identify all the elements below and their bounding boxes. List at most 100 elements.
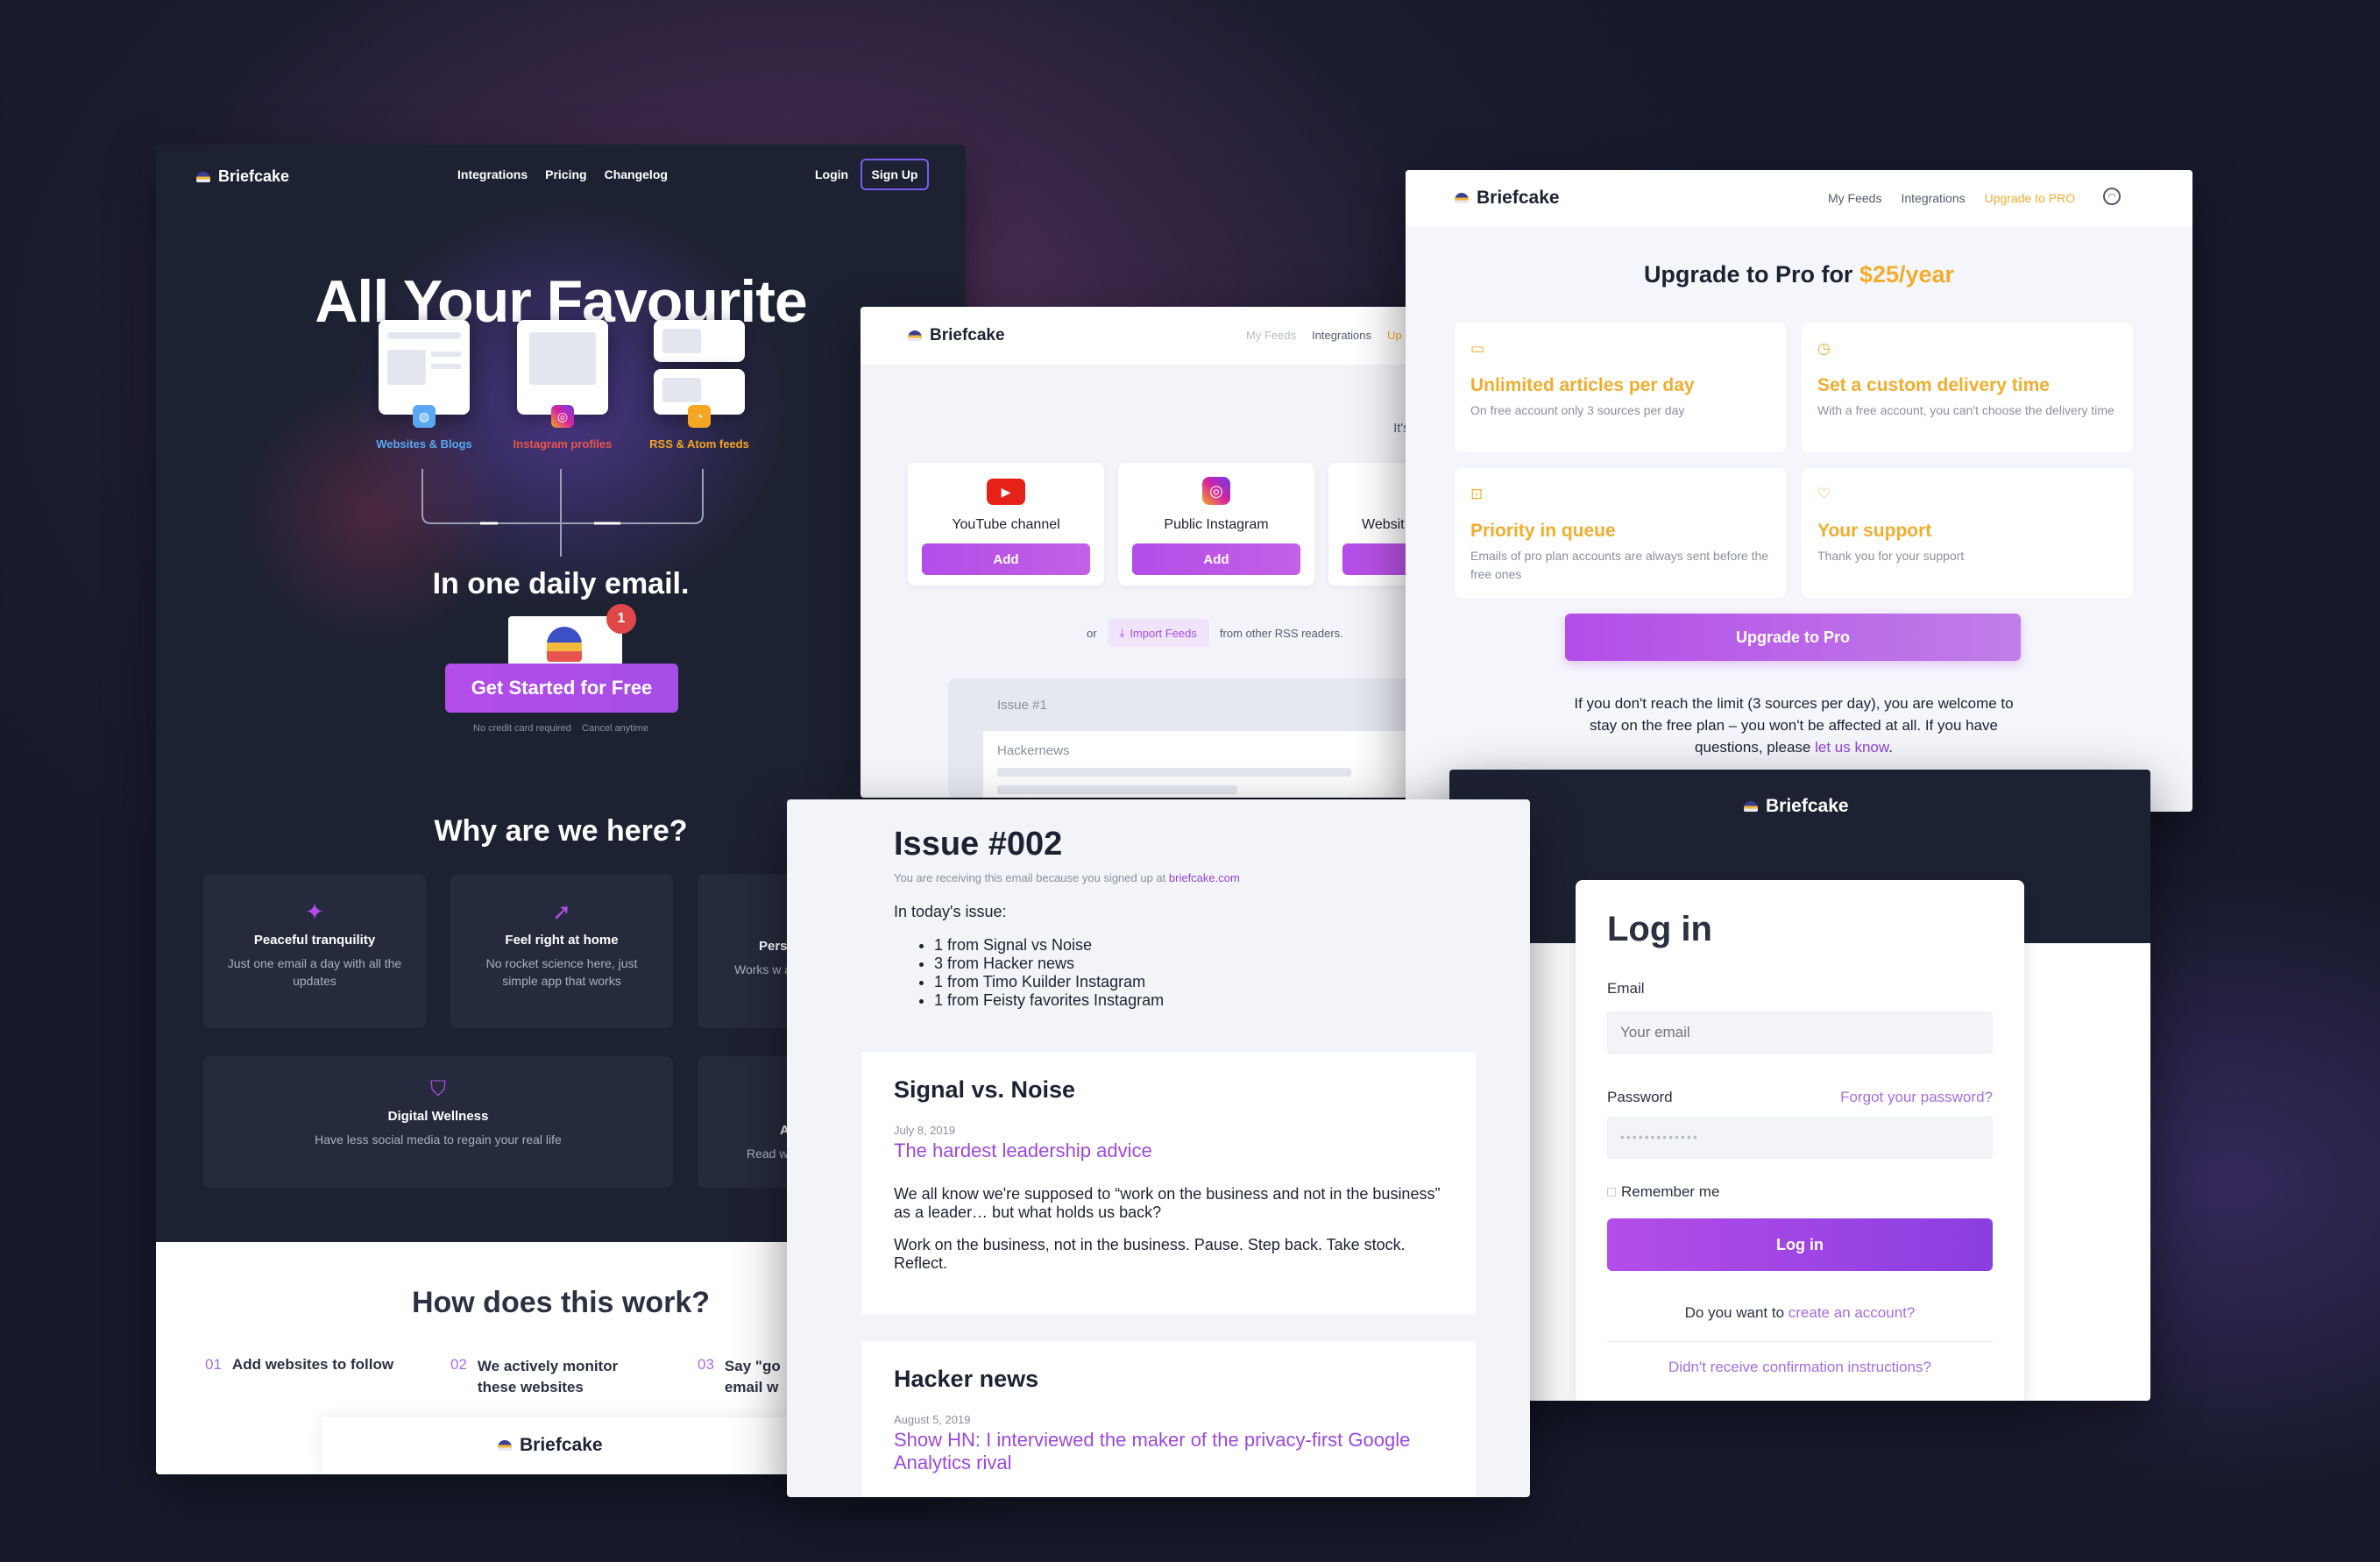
login-title: Log in xyxy=(1607,910,1712,948)
websites-card xyxy=(379,320,470,415)
instagram-card xyxy=(517,320,608,415)
section-title: Hacker news xyxy=(894,1366,1039,1392)
benefit-card: ⊡ Priority in queue Emails of pro plan acc… xyxy=(1455,468,1786,598)
youtube-icon: ▶ xyxy=(987,479,1025,505)
step-2: 02 We actively monitor these websites xyxy=(450,1356,619,1395)
instagram-icon: ◎ xyxy=(1202,477,1230,505)
cursor-click-icon: ➚ xyxy=(552,898,571,925)
intro-text: In today's issue: xyxy=(894,903,1007,920)
section-hacker-news: Hacker news August 5, 2019 Show HN: I in… xyxy=(862,1341,1476,1497)
tagline: In one daily email. xyxy=(432,567,690,600)
upgrade-title: Upgrade to Pro for $25/year xyxy=(1643,261,1955,288)
import-feeds-button[interactable]: ⤓ Import Feeds xyxy=(1107,619,1209,647)
article-link[interactable]: Show HN: I interviewed the maker of the … xyxy=(894,1429,1455,1474)
nav-upgrade[interactable]: Up xyxy=(1387,329,1402,342)
article-date: July 8, 2019 xyxy=(894,1124,956,1137)
nav-integrations[interactable]: Integrations xyxy=(457,167,528,181)
onboarding-nav: My Feeds Integrations Up xyxy=(1246,329,1402,342)
signup-prompt: Do you want to create an account? xyxy=(1684,1304,1916,1321)
youtube-card: ▶ YouTube channel Add xyxy=(908,463,1104,586)
feature-card: ➚ Feel right at home No rocket science h… xyxy=(450,874,673,1028)
login-window: Briefcake Log in Email Password Forgot y… xyxy=(1449,770,2150,1401)
email-preview: Briefcake xyxy=(322,1417,813,1474)
source-label-rss: RSS & Atom feeds xyxy=(649,437,749,451)
password-label: Password xyxy=(1607,1089,1673,1105)
forgot-password-link[interactable]: Forgot your password? xyxy=(1840,1089,1993,1106)
nav-my-feeds[interactable]: My Feeds xyxy=(1246,329,1296,342)
step-3: 03 Say "go email w xyxy=(698,1356,781,1395)
email-field[interactable] xyxy=(1607,1012,1993,1054)
nav-login[interactable]: Login xyxy=(815,167,848,183)
clock-icon: ◷ xyxy=(1817,340,1831,357)
section-signal-noise: Signal vs. Noise July 8, 2019 The hardes… xyxy=(862,1052,1476,1315)
feature-card: ✦ Peaceful tranquility Just one email a … xyxy=(203,874,426,1028)
upgrade-footer: If you don't reach the limit (3 sources … xyxy=(1574,695,2014,756)
password-field[interactable]: ••••••••••••• xyxy=(1607,1117,1993,1159)
instagram-card: ◎ Public Instagram Add xyxy=(1118,463,1314,586)
footer-logo: Briefcake xyxy=(498,1435,603,1456)
confirmation-link[interactable]: Didn't receive confirmation instructions… xyxy=(1576,1359,2024,1376)
source-label-websites: Websites & Blogs xyxy=(376,437,472,451)
logo-icon xyxy=(1744,801,1758,812)
list-item: 1 from Signal vs Noise xyxy=(934,936,1164,955)
nav-pricing[interactable]: Pricing xyxy=(545,167,586,181)
add-instagram-button[interactable]: Add xyxy=(1132,543,1300,575)
nav-integrations[interactable]: Integrations xyxy=(1312,329,1371,342)
brand-logo[interactable]: Briefcake xyxy=(196,167,289,186)
logo-icon xyxy=(196,171,210,182)
login-card: Log in Email Password Forgot your passwo… xyxy=(1576,880,2024,1401)
list-item: 3 from Hacker news xyxy=(934,955,1164,973)
remember-checkbox[interactable] xyxy=(1607,1188,1616,1196)
login-button[interactable]: Log in xyxy=(1607,1218,1993,1271)
brand-logo[interactable]: Briefcake xyxy=(1744,796,1849,817)
signup-button[interactable]: Sign Up xyxy=(861,159,929,190)
upgrade-window: Briefcake My Feeds Integrations Upgrade … xyxy=(1406,170,2192,812)
step-1: 01 Add websites to follow xyxy=(205,1356,394,1373)
upgrade-nav: My Feeds Integrations Upgrade to PRO xyxy=(1828,191,2075,205)
cta-notes: No credit card required Cancel anytime xyxy=(473,723,648,734)
download-icon: ⤓ xyxy=(1119,626,1125,639)
add-youtube-button[interactable]: Add xyxy=(922,543,1090,575)
shield-check-icon: ⛉ xyxy=(430,1077,446,1101)
get-started-button[interactable]: Get Started for Free xyxy=(445,664,678,713)
divider xyxy=(1607,1341,1993,1342)
article-paragraph: Work on the business, not in the busines… xyxy=(894,1236,1406,1272)
instagram-icon: ◎ xyxy=(551,405,574,428)
list-item: 1 from Feisty favorites Instagram xyxy=(934,991,1164,1010)
article-paragraph: We all know we're supposed to “work on t… xyxy=(894,1185,1441,1221)
issue-title: Issue #002 xyxy=(894,826,1063,863)
main-nav: Integrations Pricing Changelog xyxy=(457,167,668,181)
logo-icon xyxy=(498,1440,512,1451)
upgrade-button[interactable]: Upgrade to Pro xyxy=(1565,614,2021,661)
section-title: Signal vs. Noise xyxy=(894,1076,1076,1103)
issue-list: 1 from Signal vs Noise 3 from Hacker new… xyxy=(934,936,1164,1010)
rss-card-top xyxy=(654,320,745,362)
nav-changelog[interactable]: Changelog xyxy=(605,167,668,181)
nav-my-feeds[interactable]: My Feeds xyxy=(1828,191,1881,205)
source-label-instagram: Instagram profiles xyxy=(513,437,613,451)
signup-notice: You are receiving this email because you… xyxy=(894,871,1240,884)
notification-badge: 1 xyxy=(606,604,636,634)
remember-me[interactable]: Remember me xyxy=(1607,1183,1719,1201)
benefit-card: ◷ Set a custom delivery time With a free a… xyxy=(1802,323,2133,452)
email-window: Issue #002 You are receiving this email … xyxy=(787,799,1530,1497)
benefit-card: ▭ Unlimited articles per day On free accou… xyxy=(1455,323,1786,452)
tray-icon: ⊡ xyxy=(1470,486,1484,502)
brand-logo[interactable]: Briefcake xyxy=(1455,188,1560,209)
nav-upgrade[interactable]: Upgrade to PRO xyxy=(1985,191,2076,205)
article-link[interactable]: The hardest leadership advice xyxy=(894,1140,1152,1162)
create-account-link[interactable]: create an account? xyxy=(1789,1304,1916,1321)
user-icon[interactable]: ◠ xyxy=(2103,188,2121,205)
heart-icon: ♡ xyxy=(1817,486,1831,502)
let-us-know-link[interactable]: let us know xyxy=(1815,739,1888,756)
brand-logo[interactable]: Briefcake xyxy=(908,326,1005,345)
briefcake-link[interactable]: briefcake.com xyxy=(1169,871,1240,884)
import-row: or ⤓ Import Feeds from other RSS readers. xyxy=(1087,619,1343,647)
rss-icon: ◔ xyxy=(688,405,711,428)
inbox-icon: ▭ xyxy=(1470,340,1485,357)
connector-lines xyxy=(421,469,704,557)
logo-icon xyxy=(908,330,922,341)
globe-icon: ◍ xyxy=(413,405,436,428)
nav-integrations[interactable]: Integrations xyxy=(1901,191,1965,205)
logo-icon xyxy=(1455,193,1469,203)
